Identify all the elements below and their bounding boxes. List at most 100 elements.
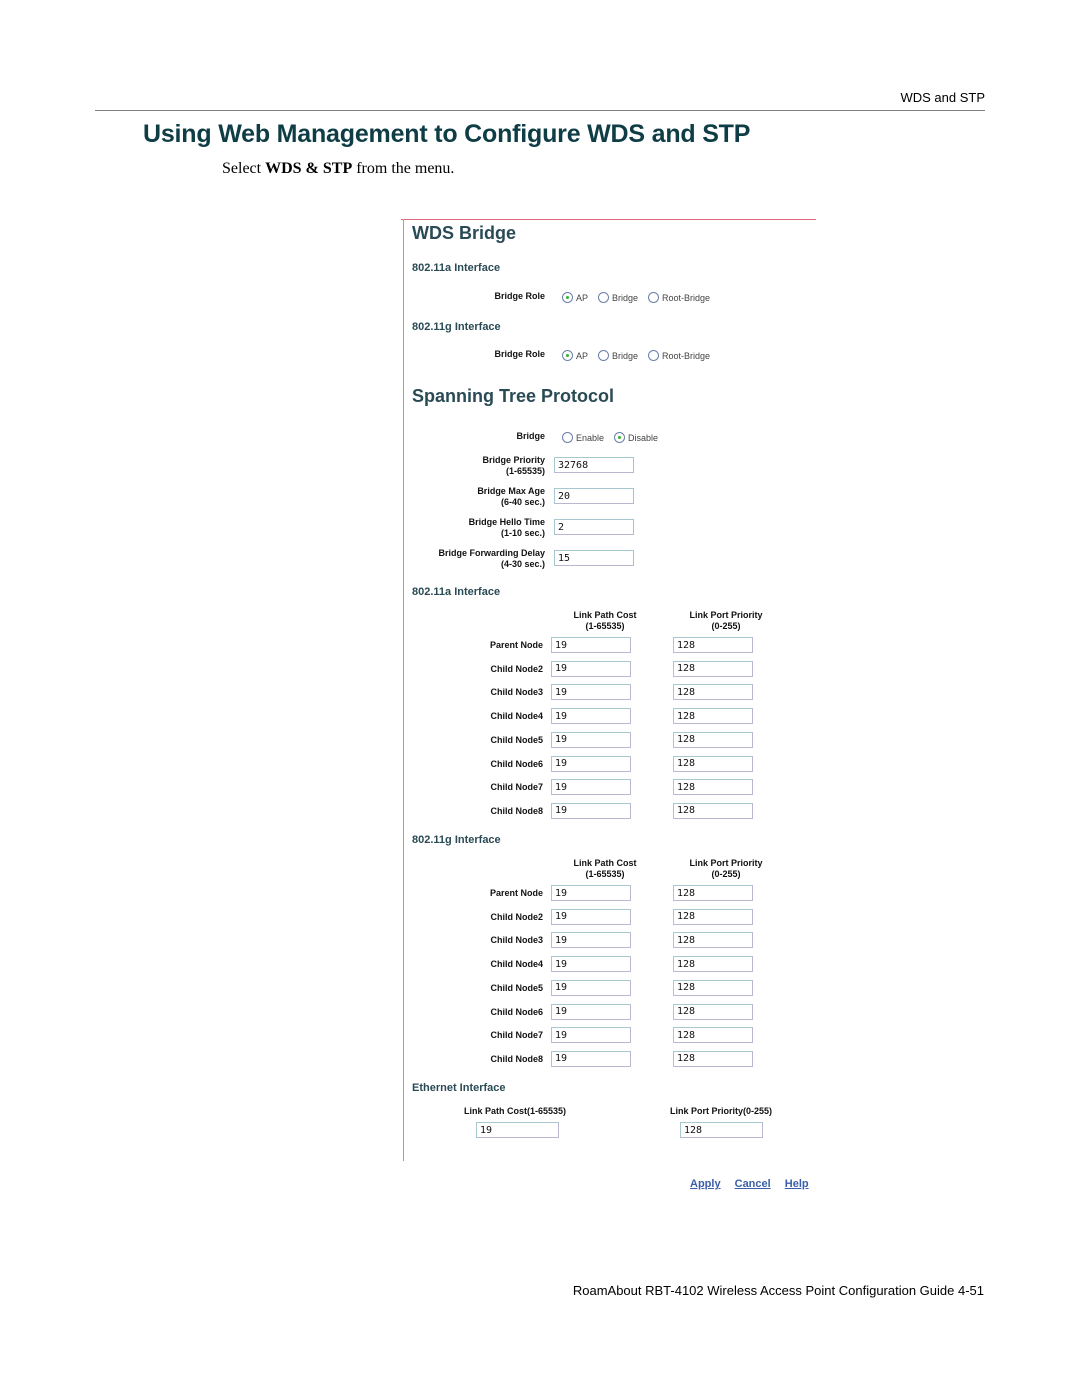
node-label: Child Node8: [490, 805, 543, 816]
radio-checked-icon[interactable]: [562, 350, 573, 361]
ethernet-cost-input[interactable]: [476, 1122, 559, 1138]
radio-bridge[interactable]: Bridge: [598, 350, 638, 361]
radio-checked-icon[interactable]: [614, 432, 626, 443]
page-footer: RoamAbout RBT-4102 Wireless Access Point…: [572, 1283, 984, 1298]
radio-label: AP: [576, 292, 589, 303]
link-port-priority-input[interactable]: [673, 708, 753, 725]
radio-label: Root-Bridge: [662, 292, 711, 303]
stp-field-input[interactable]: [554, 519, 634, 535]
stp-field-input[interactable]: [554, 550, 634, 566]
col-priority-header: Link Port Priority: [689, 858, 763, 868]
link-port-priority-input[interactable]: [673, 755, 753, 772]
radio-disable[interactable]: Disable: [614, 432, 658, 443]
radio-label: Disable: [628, 432, 659, 443]
col-priority-range: (0-255): [711, 621, 741, 631]
link-port-priority-input[interactable]: [673, 885, 753, 901]
node-label: Child Node5: [490, 982, 543, 993]
link-port-priority-input[interactable]: [673, 684, 753, 701]
stp-field-label: Bridge Max Age: [477, 486, 545, 496]
radio-bridge[interactable]: Bridge: [598, 292, 638, 303]
link-path-cost-input[interactable]: [551, 1003, 631, 1020]
link-port-priority-input[interactable]: [673, 731, 753, 748]
radio-unchecked-icon[interactable]: [648, 350, 660, 361]
radio-label: Bridge: [612, 292, 639, 303]
ethernet-priority-input[interactable]: [680, 1122, 763, 1138]
link-port-priority-input[interactable]: [673, 1003, 753, 1020]
col-cost-range: (1-65535): [585, 869, 625, 879]
link-path-cost-input[interactable]: [551, 637, 631, 653]
link-port-priority-input[interactable]: [673, 802, 753, 819]
bridge-role-label: Bridge Role: [494, 349, 545, 359]
link-path-cost-input[interactable]: [551, 802, 631, 819]
cancel-link[interactable]: Cancel: [735, 1178, 771, 1190]
link-path-cost-input[interactable]: [551, 755, 631, 772]
instruction: Select WDS & STP from the menu.: [222, 160, 454, 178]
link-interface-heading: 802.11a Interface: [412, 586, 501, 598]
node-label: Child Node8: [490, 1053, 543, 1064]
bridge-role-label: Bridge Role: [494, 291, 545, 301]
radio-unchecked-icon[interactable]: [648, 292, 660, 303]
link-path-cost-input[interactable]: [551, 1027, 631, 1044]
radio-unchecked-icon[interactable]: [562, 432, 573, 443]
wds-bridge-heading: WDS Bridge: [412, 223, 517, 243]
radio-unchecked-icon[interactable]: [598, 292, 610, 303]
link-port-priority-input[interactable]: [673, 908, 753, 925]
link-interface-heading: 802.11g Interface: [412, 834, 501, 846]
stp-field-label: Bridge Priority: [482, 455, 545, 465]
col-priority-header: Link Port Priority: [689, 610, 763, 620]
link-port-priority-input[interactable]: [673, 932, 753, 949]
ethernet-cost-label: Link Path Cost(1-65535): [463, 1106, 567, 1116]
radio-root-bridge[interactable]: Root-Bridge: [648, 292, 710, 303]
node-label: Child Node3: [490, 687, 543, 698]
link-port-priority-input[interactable]: [673, 1050, 753, 1067]
stp-field-label: Bridge Forwarding Delay: [438, 548, 545, 558]
link-port-priority-input[interactable]: [673, 779, 753, 796]
stp-field-range: (6-40 sec.): [500, 497, 545, 507]
col-cost-header: Link Path Cost: [573, 610, 637, 620]
link-path-cost-input[interactable]: [551, 779, 631, 796]
radio-checked-icon[interactable]: [562, 292, 573, 303]
radio-ap[interactable]: AP: [562, 292, 588, 303]
instruction-bold-stp: STP: [322, 160, 353, 177]
link-port-priority-input[interactable]: [673, 979, 753, 996]
stp-field-range: (4-30 sec.): [500, 559, 545, 569]
link-port-priority-input[interactable]: [673, 637, 753, 653]
node-label: Child Node6: [490, 1006, 543, 1017]
bridge-role-radio-group: AP Bridge Root-Bridge: [562, 292, 720, 303]
radio-unchecked-icon[interactable]: [598, 350, 610, 361]
link-path-cost-input[interactable]: [551, 1050, 631, 1067]
instruction-suffix: from the menu.: [352, 160, 455, 177]
link-path-cost-input[interactable]: [551, 885, 631, 901]
stp-field-input[interactable]: [554, 488, 634, 504]
radio-root-bridge[interactable]: Root-Bridge: [648, 350, 710, 361]
link-port-priority-input[interactable]: [673, 1027, 753, 1044]
stp-heading: Spanning Tree Protocol: [412, 386, 615, 406]
col-cost-header: Link Path Cost: [573, 858, 637, 868]
link-path-cost-input[interactable]: [551, 731, 631, 748]
action-links: Apply Cancel Help: [690, 1178, 820, 1190]
link-path-cost-input[interactable]: [551, 979, 631, 996]
node-label: Child Node4: [490, 959, 543, 970]
stp-field-input[interactable]: [554, 457, 634, 473]
node-label: Child Node2: [490, 911, 543, 922]
link-path-cost-input[interactable]: [551, 684, 631, 701]
col-priority-range: (0-255): [711, 869, 741, 879]
radio-label: AP: [576, 350, 589, 361]
stp-bridge-label: Bridge: [516, 431, 545, 441]
instruction-bold-wds: WDS: [265, 160, 302, 177]
link-port-priority-input[interactable]: [673, 660, 753, 677]
link-port-priority-input[interactable]: [673, 956, 753, 973]
apply-link[interactable]: Apply: [690, 1178, 721, 1190]
help-link[interactable]: Help: [785, 1178, 809, 1190]
link-path-cost-input[interactable]: [551, 908, 631, 925]
radio-enable[interactable]: Enable: [562, 432, 604, 443]
radio-ap[interactable]: AP: [562, 350, 588, 361]
link-path-cost-input[interactable]: [551, 956, 631, 973]
node-label: Child Node3: [490, 935, 543, 946]
bridge-role-radio-group: AP Bridge Root-Bridge: [562, 350, 720, 361]
link-path-cost-input[interactable]: [551, 932, 631, 949]
node-label: Parent Node: [489, 888, 543, 898]
link-path-cost-input[interactable]: [551, 660, 631, 677]
link-path-cost-input[interactable]: [551, 708, 631, 725]
stp-bridge-radio-group: Enable Disable: [562, 432, 668, 443]
